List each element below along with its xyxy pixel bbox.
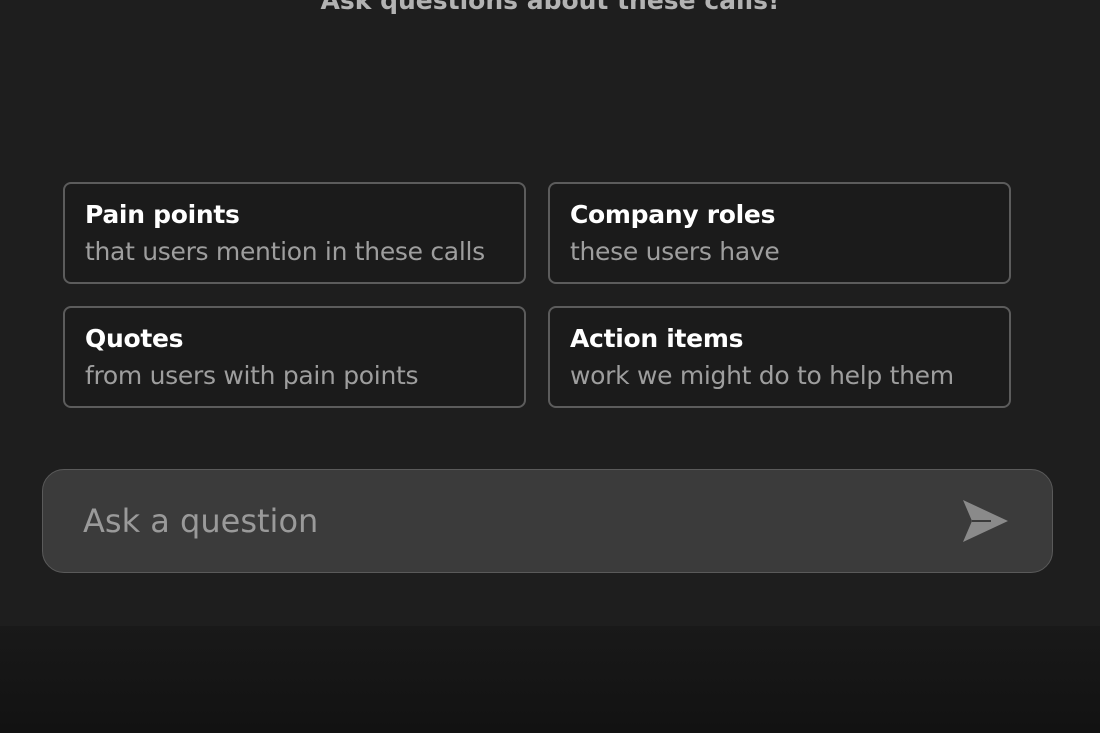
suggestion-subtitle: that users mention in these calls (85, 237, 485, 266)
suggestion-title: Pain points (85, 200, 240, 229)
suggestion-company-roles[interactable]: Company roles these users have (548, 182, 1011, 284)
send-icon (963, 500, 1008, 542)
ask-question-input[interactable] (83, 496, 943, 546)
suggestion-quotes[interactable]: Quotes from users with pain points (63, 306, 526, 408)
suggestion-title: Action items (570, 324, 744, 353)
suggestion-action-items[interactable]: Action items work we might do to help th… (548, 306, 1011, 408)
bottom-bar (0, 626, 1100, 733)
suggestion-subtitle: from users with pain points (85, 361, 419, 390)
suggestion-subtitle: these users have (570, 237, 780, 266)
suggestion-title: Quotes (85, 324, 184, 353)
ask-question-box (42, 469, 1053, 573)
suggestion-title: Company roles (570, 200, 776, 229)
send-button[interactable] (961, 498, 1011, 544)
chat-panel: Ask questions about these calls! Pain po… (0, 0, 1100, 626)
prompt-heading: Ask questions about these calls! (320, 0, 780, 15)
suggestion-pain-points[interactable]: Pain points that users mention in these … (63, 182, 526, 284)
suggestion-subtitle: work we might do to help them (570, 361, 954, 390)
